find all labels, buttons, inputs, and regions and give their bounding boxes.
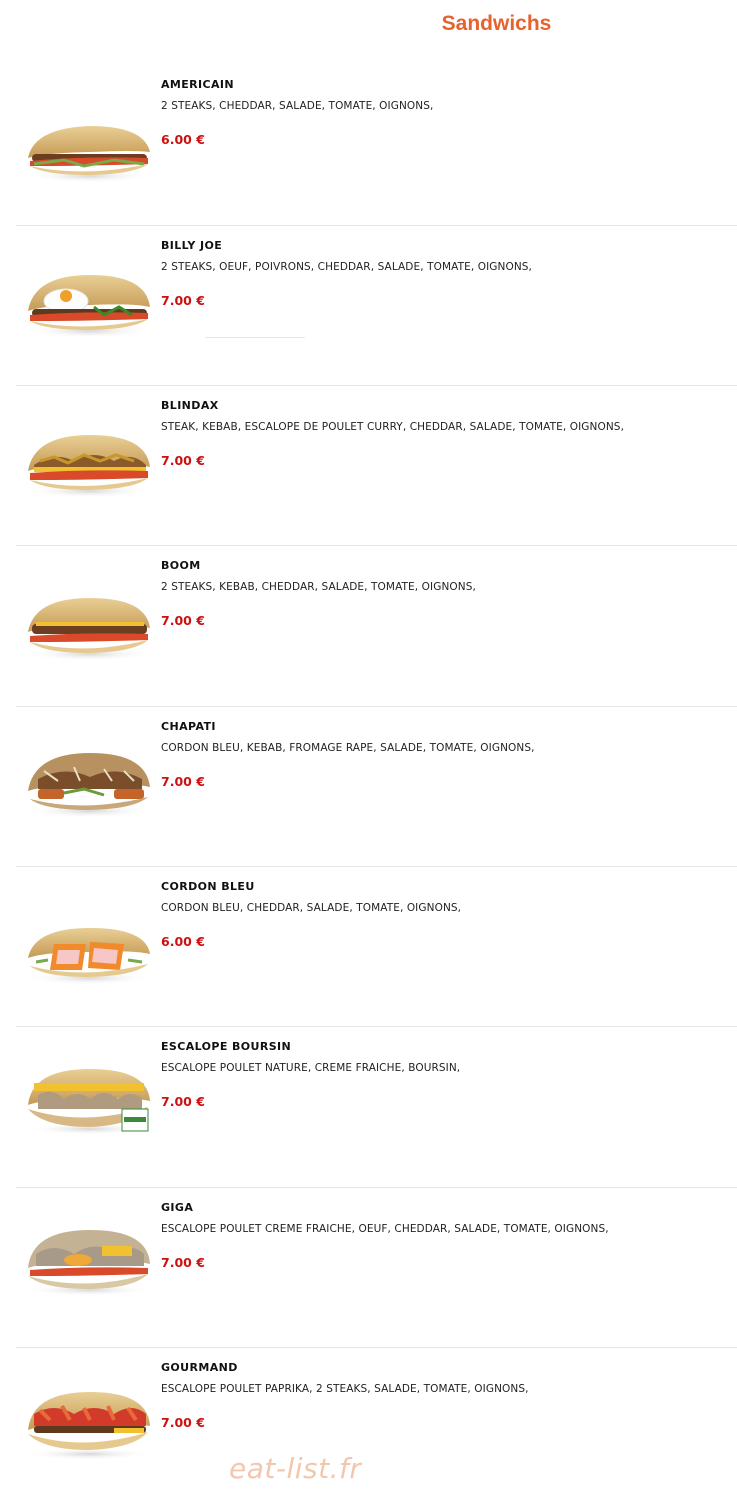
menu-item[interactable]: CHAPATI CORDON BLEU, KEBAB, FROMAGE RAPE… xyxy=(16,706,737,867)
item-name: BOOM xyxy=(161,559,201,572)
item-name: BILLY JOE xyxy=(161,239,223,252)
menu-item[interactable]: GIGA ESCALOPE POULET CREME FRAICHE, OEUF… xyxy=(16,1187,737,1348)
item-price: 6.00 € xyxy=(161,132,205,147)
item-price: 6.00 € xyxy=(161,934,205,949)
item-description: STEAK, KEBAB, ESCALOPE DE POULET CURRY, … xyxy=(161,421,625,433)
watermark: eat-list.fr xyxy=(229,1452,362,1485)
menu-item[interactable]: CORDON BLEU CORDON BLEU, CHEDDAR, SALADE… xyxy=(16,866,737,1027)
item-name: GOURMAND xyxy=(161,1361,238,1374)
sandwich-image xyxy=(25,435,153,498)
sandwich-image xyxy=(25,1230,153,1296)
item-name: BLINDAX xyxy=(161,399,219,412)
sandwich-image xyxy=(25,753,153,818)
menu-item[interactable]: BLINDAX STEAK, KEBAB, ESCALOPE DE POULET… xyxy=(16,385,737,546)
menu-item[interactable]: GOURMAND ESCALOPE POULET PAPRIKA, 2 STEA… xyxy=(16,1347,737,1508)
item-price: 7.00 € xyxy=(161,1415,205,1430)
item-name: CORDON BLEU xyxy=(161,880,255,893)
page-title: Sandwichs xyxy=(441,12,552,35)
item-price: 7.00 € xyxy=(161,613,205,628)
sandwich-image xyxy=(25,126,153,183)
sandwich-image xyxy=(25,1069,153,1135)
menu-item[interactable]: BOOM 2 STEAKS, KEBAB, CHEDDAR, SALADE, T… xyxy=(16,545,737,706)
item-name: AMERICAIN xyxy=(161,78,235,91)
menu-item[interactable]: AMERICAIN 2 STEAKS, CHEDDAR, SALADE, TOM… xyxy=(16,65,737,225)
sandwich-image xyxy=(25,598,153,661)
item-price: 7.00 € xyxy=(161,1255,205,1270)
item-description: 2 STEAKS, CHEDDAR, SALADE, TOMATE, OIGNO… xyxy=(161,100,434,112)
item-name: GIGA xyxy=(161,1201,194,1214)
item-price: 7.00 € xyxy=(161,774,205,789)
divider xyxy=(205,337,305,338)
item-description: 2 STEAKS, KEBAB, CHEDDAR, SALADE, TOMATE… xyxy=(161,581,476,593)
sandwich-image xyxy=(25,1392,153,1460)
item-description: 2 STEAKS, OEUF, POIVRONS, CHEDDAR, SALAD… xyxy=(161,261,532,273)
item-price: 7.00 € xyxy=(161,293,205,308)
item-description: ESCALOPE POULET NATURE, CREME FRAICHE, B… xyxy=(161,1062,461,1074)
menu-item[interactable]: BILLY JOE 2 STEAKS, OEUF, POIVRONS, CHED… xyxy=(16,225,737,386)
sandwich-image xyxy=(25,928,153,985)
item-price: 7.00 € xyxy=(161,1094,205,1109)
item-description: ESCALOPE POULET CREME FRAICHE, OEUF, CHE… xyxy=(161,1223,609,1235)
menu-item[interactable]: ESCALOPE BOURSIN ESCALOPE POULET NATURE,… xyxy=(16,1026,737,1187)
item-description: CORDON BLEU, KEBAB, FROMAGE RAPE, SALADE… xyxy=(161,742,535,754)
item-name: ESCALOPE BOURSIN xyxy=(161,1040,292,1053)
sandwich-image xyxy=(25,275,153,338)
item-description: CORDON BLEU, CHEDDAR, SALADE, TOMATE, OI… xyxy=(161,902,462,914)
item-name: CHAPATI xyxy=(161,720,216,733)
item-description: ESCALOPE POULET PAPRIKA, 2 STEAKS, SALAD… xyxy=(161,1383,529,1395)
item-price: 7.00 € xyxy=(161,453,205,468)
